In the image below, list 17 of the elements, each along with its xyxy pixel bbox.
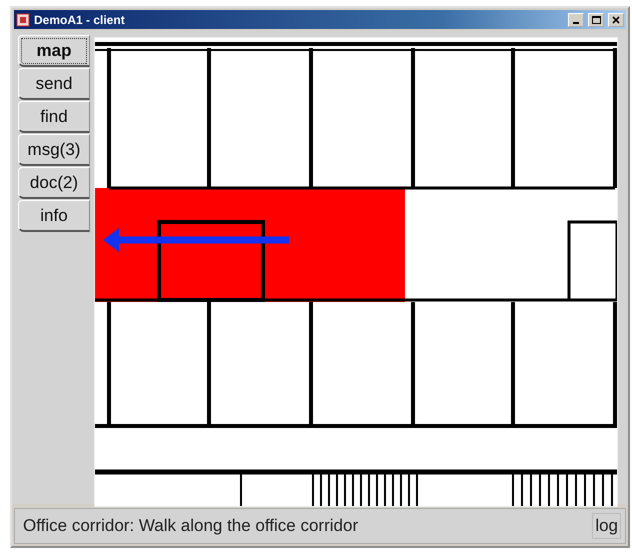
minimize-button[interactable] — [568, 12, 584, 26]
maximize-button[interactable] — [588, 12, 604, 26]
status-text: Office corridor: Walk along the office corridor — [23, 516, 360, 536]
log-button[interactable]: log — [592, 513, 621, 539]
nav-tab[interactable]: find — [18, 101, 90, 133]
nav-tab[interactable]: doc(2) — [18, 167, 90, 199]
minimize-icon — [573, 22, 579, 24]
app-icon — [16, 12, 30, 26]
nav-tab[interactable]: info — [18, 200, 90, 232]
arrow-icon — [103, 228, 289, 252]
window-title: DemoA1 - client — [34, 12, 126, 26]
nav-tab[interactable]: send — [18, 68, 90, 100]
close-icon — [612, 16, 620, 24]
maximize-icon — [592, 16, 600, 24]
nav-tab[interactable]: msg(3) — [18, 134, 90, 166]
nav-tab[interactable]: map — [18, 35, 90, 67]
close-button[interactable] — [608, 12, 624, 26]
